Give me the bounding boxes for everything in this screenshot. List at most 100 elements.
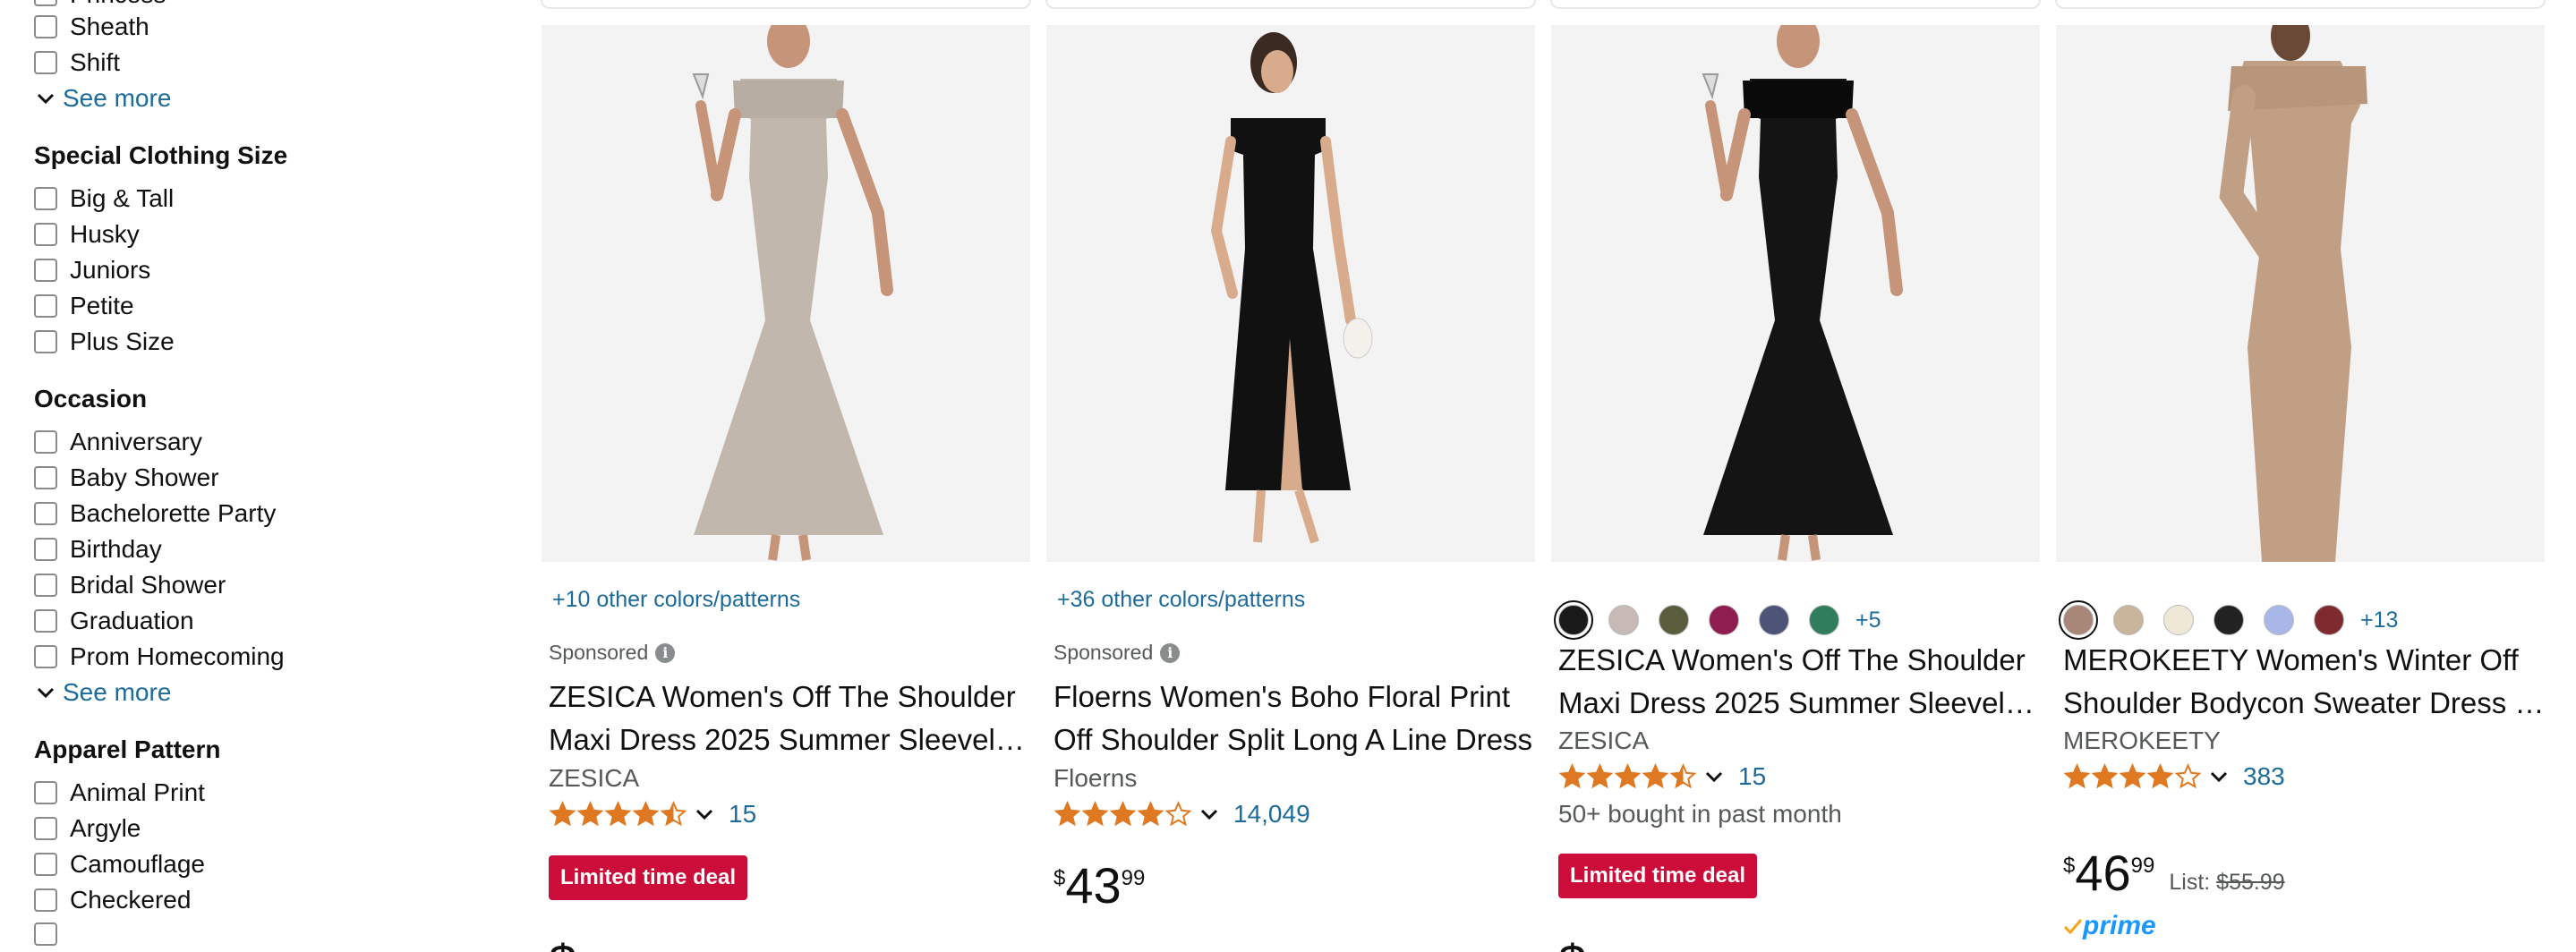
product-image[interactable] [2056,25,2545,562]
price[interactable]: $ 46 99 List: $55.99 [2063,848,2285,898]
review-count[interactable]: 383 [2243,762,2285,791]
filter-style-sheath[interactable]: Sheath [34,11,149,43]
more-colors-link[interactable]: +5 [1855,608,1881,633]
filter-label: Prom Homecoming [70,642,285,670]
filter-size-plus[interactable]: Plus Size [34,326,175,358]
product-title[interactable]: ZESICA Women's Off The Shoulder Maxi Dre… [1558,639,2040,725]
brand-name: ZESICA [1558,727,1650,754]
filter-occasion-prom[interactable]: Prom Homecoming [34,641,285,673]
color-swatch[interactable] [2113,605,2144,635]
color-swatch[interactable] [1659,605,1689,635]
filter-occasion-anniversary[interactable]: Anniversary [34,426,202,458]
filter-occasion-baby-shower[interactable]: Baby Shower [34,462,219,494]
rating-row[interactable]: 15 [549,798,756,830]
filter-pattern-checkered[interactable]: Checkered [34,884,191,916]
rating-row[interactable]: 14,049 [1053,798,1310,830]
rating-row[interactable]: 15 [1558,761,1766,793]
filter-pattern-argyle[interactable]: Argyle [34,812,141,845]
color-swatch[interactable] [2213,605,2244,635]
checkbox[interactable] [34,294,57,318]
checkbox[interactable] [34,538,57,561]
filter-pattern-next[interactable] [34,918,70,950]
filter-size-big-tall[interactable]: Big & Tall [34,183,174,215]
chevron-down-icon[interactable] [1198,803,1221,826]
product-title[interactable]: Floerns Women's Boho Floral Print Off Sh… [1053,676,1535,761]
filter-size-husky[interactable]: Husky [34,218,140,251]
price-whole: 43 [1065,857,1122,914]
checkbox[interactable] [34,430,57,454]
more-colors-link[interactable]: +13 [2360,608,2398,633]
checkbox[interactable] [34,922,57,946]
filter-occasion-graduation[interactable]: Graduation [34,605,194,637]
review-count[interactable]: 15 [1738,762,1766,791]
color-swatch[interactable] [1554,600,1593,640]
product-image[interactable] [542,25,1030,562]
star-rating[interactable] [1053,801,1192,828]
sponsored-label[interactable]: Sponsored i [549,641,676,665]
filter-label: Anniversary [70,428,202,455]
filter-occasion-bridal-shower[interactable]: Bridal Shower [34,569,226,601]
checkbox[interactable] [34,187,57,210]
product-image[interactable] [1551,25,2040,562]
checkbox[interactable] [34,51,57,74]
product-card[interactable]: +5 ZESICA Women's Off The Shoulder Maxi … [1551,25,2040,952]
title-line-1: Floerns Women's Boho Floral Print [1053,680,1511,713]
checkbox[interactable] [34,888,57,912]
list-price: List: $55.99 [2169,870,2284,896]
filter-occasion-bachelorette[interactable]: Bachelorette Party [34,497,276,530]
filter-pattern-camouflage[interactable]: Camouflage [34,848,205,880]
color-swatch[interactable] [2059,600,2098,640]
chevron-down-icon[interactable] [693,803,716,826]
color-swatch[interactable] [2264,605,2294,635]
checkbox[interactable] [34,0,57,6]
checkbox[interactable] [34,645,57,668]
product-title[interactable]: MEROKEETY Women's Winter Off Shoulder Bo… [2063,639,2545,725]
bought-past-month: 50+ bought in past month [1558,800,1842,828]
star-rating[interactable] [1558,763,1697,790]
chevron-down-icon [37,93,55,105]
filter-size-juniors[interactable]: Juniors [34,254,150,286]
filter-style-shift[interactable]: Shift [34,47,120,79]
product-card[interactable]: +10 other colors/patterns Sponsored i ZE… [542,25,1030,952]
checkbox[interactable] [34,330,57,353]
product-title[interactable]: ZESICA Women's Off The Shoulder Maxi Dre… [549,676,1030,761]
checkbox[interactable] [34,574,57,597]
sponsored-label[interactable]: Sponsored i [1053,641,1181,665]
checkbox[interactable] [34,853,57,876]
product-card[interactable]: +36 other colors/patterns Sponsored i Fl… [1046,25,1535,929]
info-icon[interactable]: i [655,642,676,663]
checkbox[interactable] [34,466,57,489]
filter-size-petite[interactable]: Petite [34,290,134,322]
review-count[interactable]: 15 [729,800,756,829]
checkbox[interactable] [34,817,57,840]
checkbox[interactable] [34,15,57,38]
product-image[interactable] [1046,25,1535,562]
color-swatch[interactable] [1709,605,1739,635]
color-swatch[interactable] [2314,605,2344,635]
checkbox[interactable] [34,502,57,525]
review-count[interactable]: 14,049 [1233,800,1310,829]
price[interactable]: $ 43 99 [1053,861,1145,911]
chevron-down-icon[interactable] [2207,765,2231,788]
checkbox[interactable] [34,223,57,246]
see-more-occasion-link[interactable]: See more [34,676,171,709]
filter-pattern-animal-print[interactable]: Animal Print [34,777,205,809]
color-swatch[interactable] [1608,605,1639,635]
checkbox[interactable] [34,781,57,804]
other-colors-link[interactable]: +36 other colors/patterns [1057,587,1305,613]
checkbox[interactable] [34,609,57,633]
other-colors-link[interactable]: +10 other colors/patterns [552,587,800,613]
see-more-style-link[interactable]: See more [34,82,171,115]
color-swatch[interactable] [1809,605,1839,635]
chevron-down-icon[interactable] [1702,765,1726,788]
color-swatch[interactable] [1759,605,1789,635]
color-swatch[interactable] [2163,605,2194,635]
product-card[interactable]: +13 MEROKEETY Women's Winter Off Shoulde… [2056,25,2545,940]
star-rating[interactable] [2063,763,2202,790]
info-icon[interactable]: i [1160,642,1181,663]
filter-occasion-birthday[interactable]: Birthday [34,533,162,565]
star-rating[interactable] [549,801,687,828]
checkbox[interactable] [34,259,57,282]
rating-row[interactable]: 383 [2063,761,2285,793]
filter-style-princess[interactable]: Princess [34,0,166,11]
